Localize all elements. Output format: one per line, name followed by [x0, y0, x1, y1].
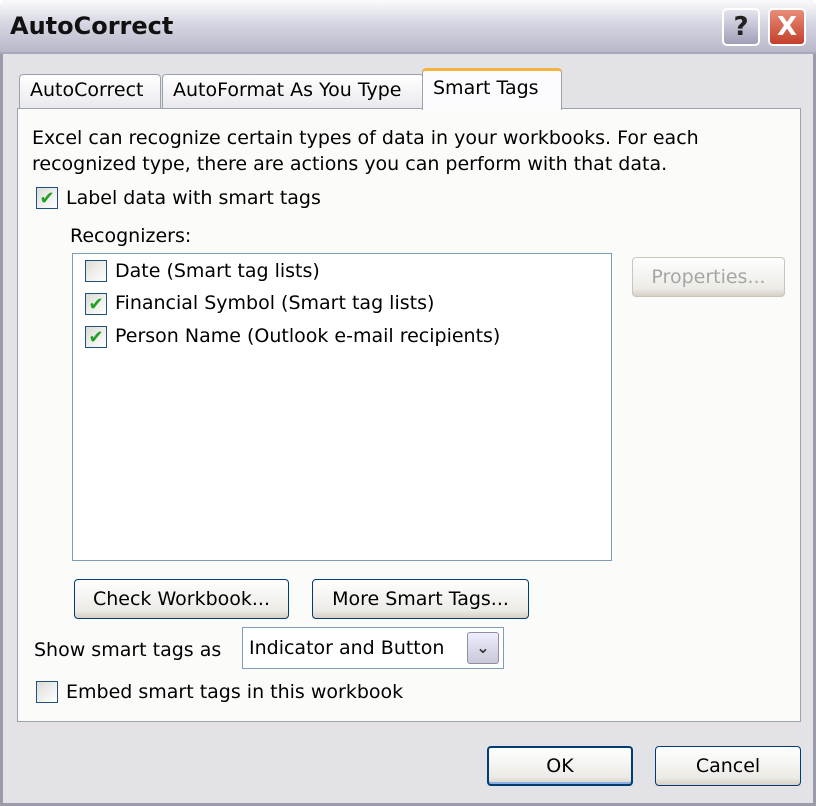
recognizer-person-name-label[interactable]: Person Name (Outlook e-mail recipients)	[115, 325, 500, 347]
check-icon: ✔	[39, 187, 55, 209]
help-button[interactable]: ?	[722, 8, 760, 46]
check-workbook-button[interactable]: Check Workbook...	[74, 579, 289, 619]
tab-smart-tags[interactable]: Smart Tags	[422, 68, 562, 110]
label-data-checkbox[interactable]: ✔	[36, 187, 58, 209]
ok-button[interactable]: OK	[487, 746, 633, 786]
recognizers-list[interactable]: Date (Smart tag lists) ✔ Financial Symbo…	[72, 253, 612, 561]
close-button[interactable]: X	[768, 8, 806, 46]
label-data-label[interactable]: Label data with smart tags	[66, 187, 321, 209]
cancel-button[interactable]: Cancel	[655, 746, 801, 786]
show-as-select[interactable]: Indicator and Button ⌄	[242, 627, 504, 669]
chevron-down-icon[interactable]: ⌄	[467, 632, 499, 664]
show-as-value: Indicator and Button	[249, 637, 445, 659]
tab-autoformat-as-you-type[interactable]: AutoFormat As You Type	[162, 74, 424, 110]
embed-smart-tags-checkbox[interactable]	[36, 681, 58, 703]
help-icon: ?	[733, 12, 749, 42]
description-line-1: Excel can recognize certain types of dat…	[32, 127, 699, 149]
recognizer-financial-symbol-checkbox[interactable]: ✔	[85, 293, 107, 315]
title-bar[interactable]: AutoCorrect ? X	[0, 0, 816, 54]
recognizer-date-label[interactable]: Date (Smart tag lists)	[115, 260, 320, 282]
recognizer-financial-symbol-label[interactable]: Financial Symbol (Smart tag lists)	[115, 292, 434, 314]
smart-tags-panel: Excel can recognize certain types of dat…	[17, 108, 801, 722]
check-icon: ✔	[88, 326, 104, 348]
description-line-2: recognized type, there are actions you c…	[32, 153, 668, 175]
embed-smart-tags-label[interactable]: Embed smart tags in this workbook	[66, 681, 403, 703]
properties-button[interactable]: Properties...	[632, 257, 785, 297]
more-smart-tags-button[interactable]: More Smart Tags...	[312, 579, 529, 619]
recognizers-label: Recognizers:	[70, 225, 192, 247]
window-title: AutoCorrect	[10, 12, 174, 40]
tab-autocorrect[interactable]: AutoCorrect	[19, 74, 161, 110]
check-icon: ✔	[88, 293, 104, 315]
close-icon: X	[776, 12, 798, 42]
recognizer-person-name-checkbox[interactable]: ✔	[85, 326, 107, 348]
recognizer-date-checkbox[interactable]	[85, 260, 107, 282]
autocorrect-dialog: AutoCorrect ? X AutoCorrect AutoFormat A…	[0, 0, 816, 806]
show-as-label: Show smart tags as	[34, 639, 222, 661]
